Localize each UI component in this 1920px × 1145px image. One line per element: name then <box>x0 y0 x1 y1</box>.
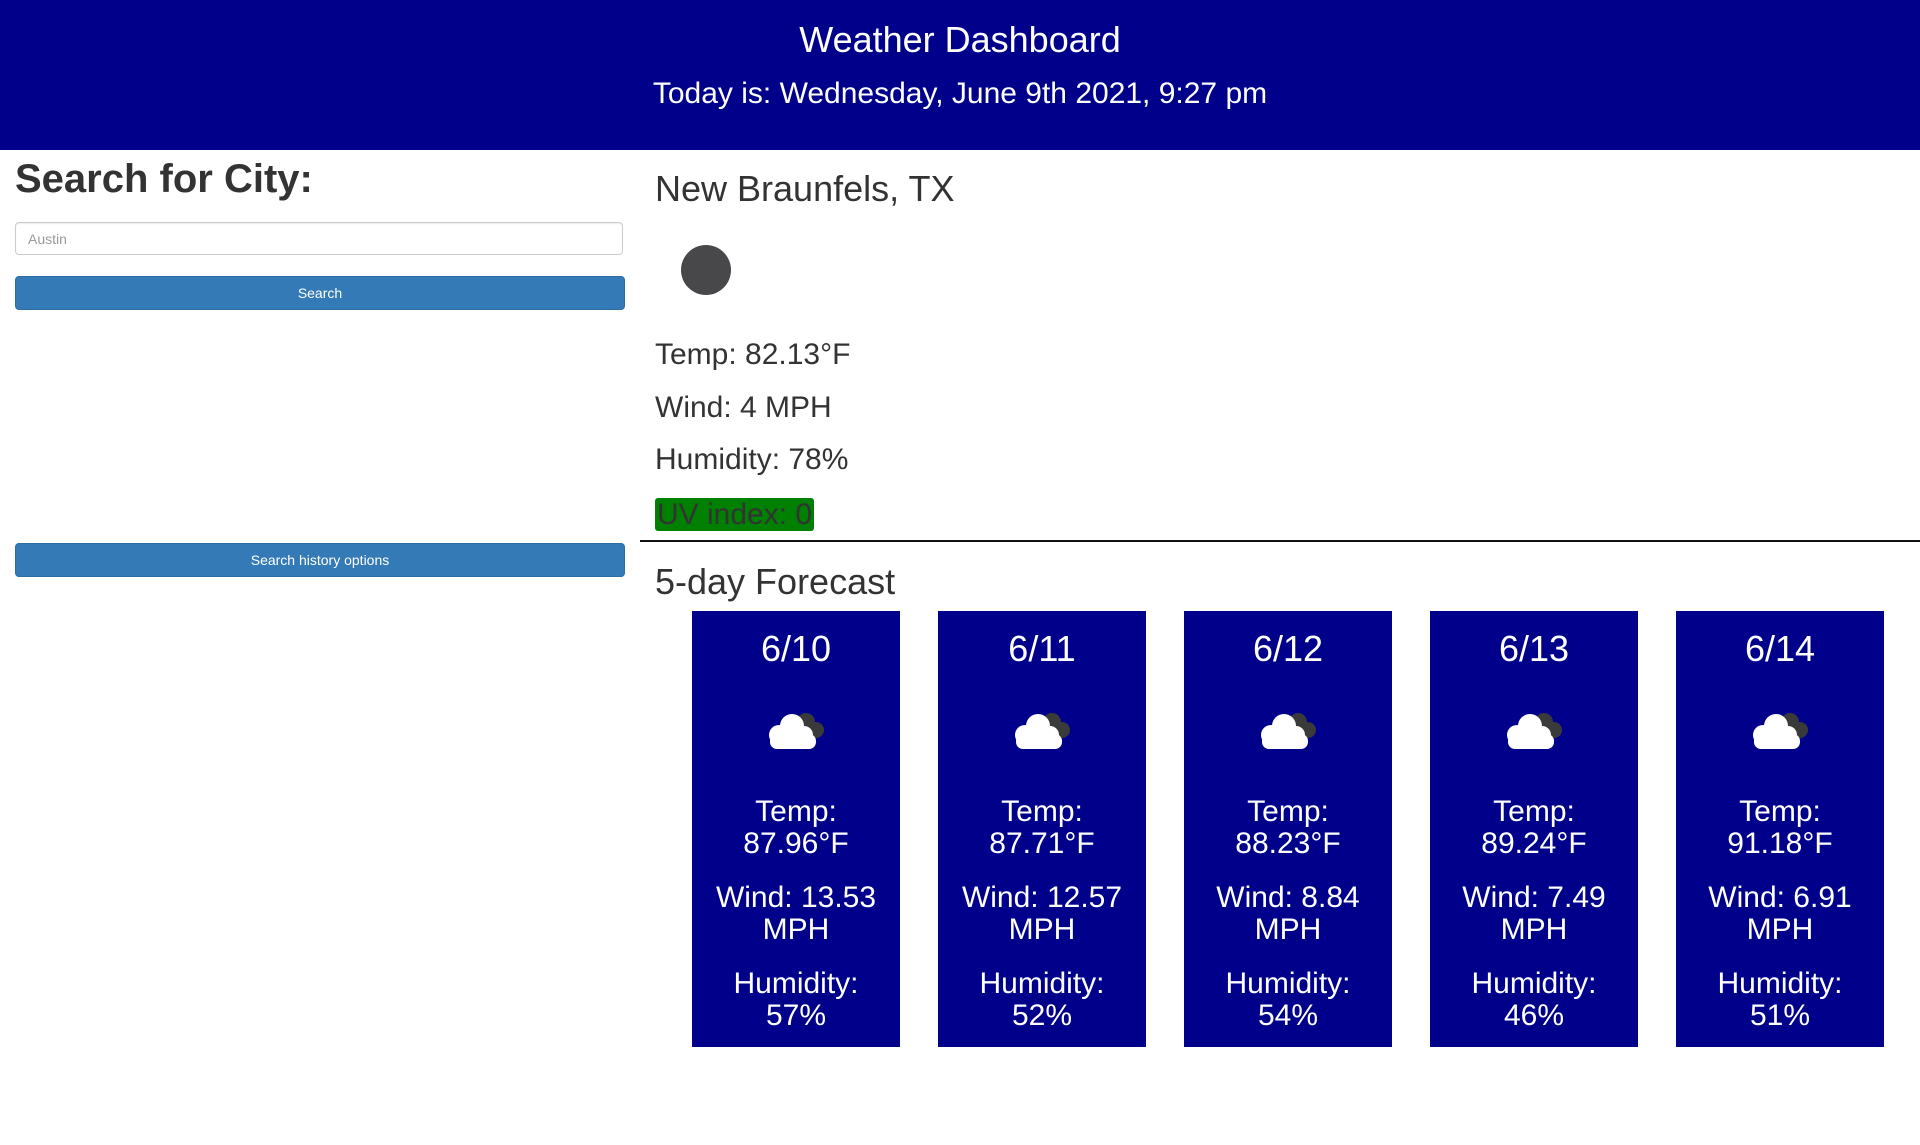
weather-main: New Braunfels, TX Temp: 82.13°F Wind: 4 … <box>640 150 1920 1145</box>
forecast-wind-unit: MPH <box>1500 913 1568 946</box>
search-sidebar: Search for City: Search Search history o… <box>0 150 640 1145</box>
forecast-humidity-label: Humidity: <box>1471 967 1597 1000</box>
weather-icon <box>681 245 731 295</box>
page-header: Weather Dashboard Today is: Wednesday, J… <box>0 0 1920 150</box>
forecast-date: 6/12 <box>1252 628 1324 669</box>
search-heading: Search for City: <box>15 157 313 201</box>
forecast-date: 6/13 <box>1498 628 1570 669</box>
forecast-humidity-label: Humidity: <box>1225 967 1351 1000</box>
forecast-card: 6/10 Temp: 87.96°F Wind: 13.53 MPH Humid… <box>692 611 900 1047</box>
app-title: Weather Dashboard <box>799 19 1121 60</box>
current-humidity: Humidity: 78% <box>655 443 849 476</box>
city-name: New Braunfels, TX <box>655 168 955 209</box>
forecast-humidity-label: Humidity: <box>979 967 1105 1000</box>
cloud-icon <box>1507 713 1562 749</box>
uv-index-badge: UV index: 0 <box>655 498 815 531</box>
city-search-input[interactable] <box>15 222 623 255</box>
search-history-button[interactable]: Search history options <box>15 543 625 577</box>
forecast-wind-unit: MPH <box>1008 913 1076 946</box>
forecast-date: 6/11 <box>1008 628 1076 669</box>
forecast-wind: Wind: 8.84 <box>1216 881 1360 914</box>
forecast-wind: Wind: 7.49 <box>1462 881 1606 914</box>
cloud-icon <box>1753 713 1808 749</box>
forecast-date: 6/10 <box>760 628 832 669</box>
search-button[interactable]: Search <box>15 276 625 310</box>
forecast-humidity-label: Humidity: <box>1717 967 1843 1000</box>
cloud-icon <box>1261 713 1316 749</box>
cloud-icon <box>769 713 824 749</box>
forecast-humidity: 54% <box>1257 999 1319 1032</box>
forecast-card: 6/14 Temp: 91.18°F Wind: 6.91 MPH Humidi… <box>1676 611 1884 1047</box>
forecast-temp-label: Temp: <box>1001 795 1083 828</box>
forecast-card: 6/11 Temp: 87.71°F Wind: 12.57 MPH Humid… <box>938 611 1146 1047</box>
forecast-temp: 88.23°F <box>1235 827 1341 860</box>
forecast-wind: Wind: 6.91 <box>1708 881 1852 914</box>
forecast-temp: 89.24°F <box>1481 827 1587 860</box>
forecast-temp-label: Temp: <box>1247 795 1329 828</box>
forecast-temp: 91.18°F <box>1727 827 1833 860</box>
forecast-wind-unit: MPH <box>1254 913 1322 946</box>
current-wind: Wind: 4 MPH <box>655 391 832 424</box>
forecast-temp-label: Temp: <box>1739 795 1821 828</box>
forecast-card: 6/13 Temp: 89.24°F Wind: 7.49 MPH Humidi… <box>1430 611 1638 1047</box>
forecast-heading: 5-day Forecast <box>655 561 896 602</box>
forecast-wind: Wind: 12.57 <box>961 881 1123 914</box>
cloud-icon <box>1015 713 1070 749</box>
forecast-temp-label: Temp: <box>755 795 837 828</box>
forecast-wind-unit: MPH <box>762 913 830 946</box>
forecast-date: 6/14 <box>1744 628 1816 669</box>
forecast-temp-label: Temp: <box>1493 795 1575 828</box>
forecast-humidity: 46% <box>1503 999 1565 1032</box>
forecast-temp: 87.96°F <box>743 827 849 860</box>
forecast-humidity: 51% <box>1749 999 1811 1032</box>
forecast-wind-unit: MPH <box>1746 913 1814 946</box>
forecast-card: 6/12 Temp: 88.23°F Wind: 8.84 MPH Humidi… <box>1184 611 1392 1047</box>
current-temp: Temp: 82.13°F <box>655 338 851 371</box>
current-date-time: Today is: Wednesday, June 9th 2021, 9:27… <box>652 77 1268 110</box>
forecast-humidity: 57% <box>765 999 827 1032</box>
forecast-wind: Wind: 13.53 <box>715 881 877 914</box>
section-divider <box>640 540 1920 542</box>
forecast-temp: 87.71°F <box>989 827 1095 860</box>
forecast-humidity-label: Humidity: <box>733 967 859 1000</box>
forecast-humidity: 52% <box>1011 999 1073 1032</box>
